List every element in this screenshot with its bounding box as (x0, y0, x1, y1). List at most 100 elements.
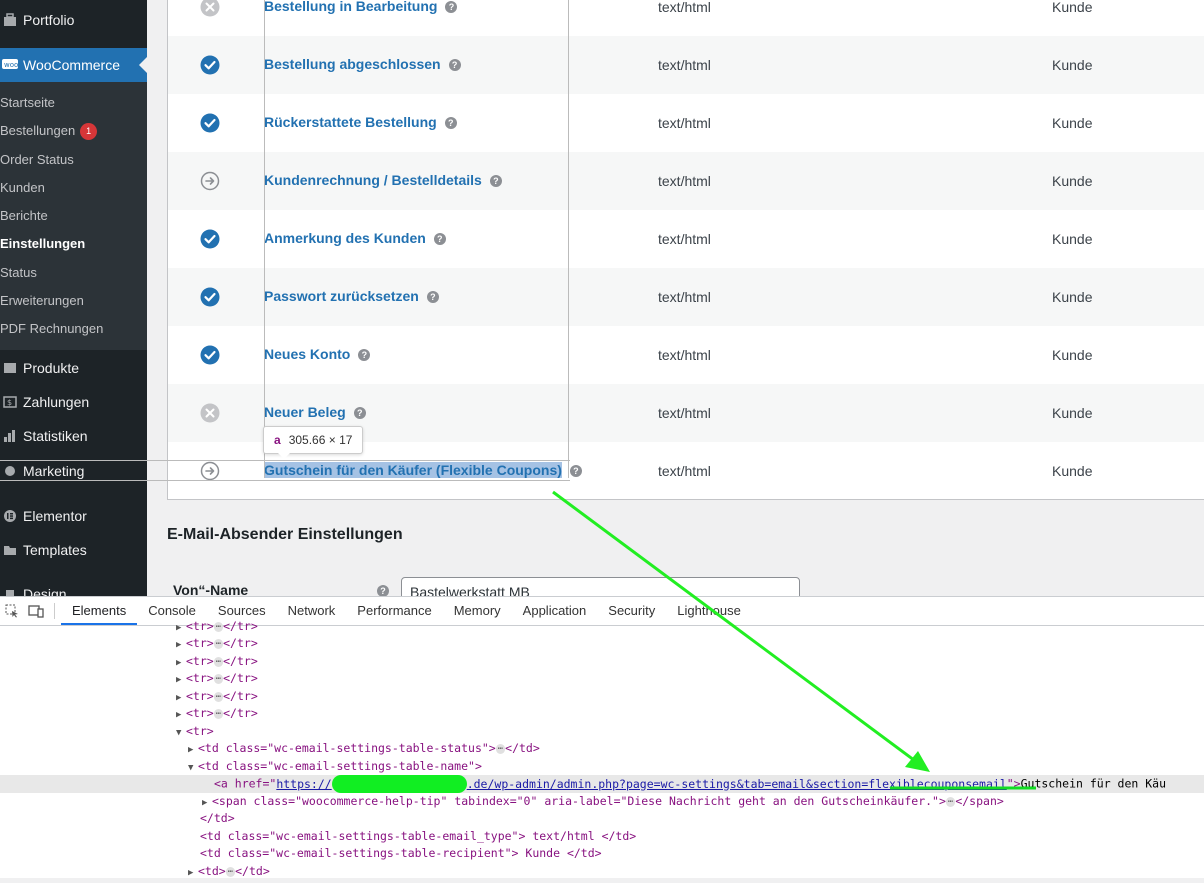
tab-application[interactable]: Application (512, 597, 598, 625)
ellipsis-icon[interactable]: ⋯ (213, 622, 224, 632)
dom-node-tr[interactable]: ▶ <tr> ⋯ </tr> (176, 635, 258, 653)
submenu-kunden[interactable]: Kunden (0, 174, 147, 202)
expand-triangle-icon[interactable]: ▶ (188, 742, 198, 760)
ellipsis-icon[interactable]: ⋯ (213, 657, 224, 667)
dom-node-tr[interactable]: ▶ <tr> ⋯ </tr> (176, 705, 258, 723)
ellipsis-icon[interactable]: ⋯ (213, 674, 224, 684)
help-icon[interactable]: ? (445, 1, 458, 13)
menu-portfolio[interactable]: Portfolio (0, 3, 147, 37)
enabled-check-icon[interactable] (200, 345, 220, 365)
dom-node-tr[interactable]: ▶ <tr> ⋯ </tr> (176, 670, 258, 688)
ellipsis-icon[interactable]: ⋯ (213, 709, 224, 719)
email-name-link[interactable]: Neuer Beleg (264, 404, 346, 420)
email-recipient-cell: Kunde (1052, 405, 1093, 421)
submenu-erweiterungen[interactable]: Erweiterungen (0, 287, 147, 315)
manual-arrow-icon[interactable] (200, 171, 220, 191)
email-name-link[interactable]: Neues Konto (264, 346, 350, 362)
tab-security[interactable]: Security (597, 597, 666, 625)
dom-node-td-recipient[interactable]: <td class="wc-email-settings-table-recip… (200, 845, 602, 863)
menu-produkte[interactable]: Produkte (0, 351, 147, 385)
dom-node-td-close[interactable]: </td> (200, 810, 235, 828)
menu-elementor[interactable]: Elementor (0, 499, 147, 533)
email-type-cell: text/html (658, 231, 711, 247)
email-row: Rückerstattete Bestellung? text/html Kunde (168, 94, 1204, 152)
submenu-bestellungen[interactable]: Bestellungen 1 (0, 117, 147, 145)
email-name-link[interactable]: Rückerstattete Bestellung (264, 114, 437, 130)
href-url[interactable]: https://.de/wp-admin/admin.php?page=wc-s… (276, 775, 1007, 793)
email-name-cell: Bestellung abgeschlossen? (264, 56, 461, 72)
dom-node-td-name[interactable]: ▼ <td class="wc-email-settings-table-name… (188, 758, 482, 776)
dom-node-td[interactable]: ▶ <td> ⋯ </td> (188, 863, 270, 881)
dom-node-tr-expanded[interactable]: ▼ <tr> (176, 723, 214, 741)
submenu-berichte[interactable]: Berichte (0, 202, 147, 230)
email-name-link[interactable]: Bestellung abgeschlossen (264, 56, 441, 72)
help-icon[interactable]: ? (426, 291, 439, 303)
menu-marketing[interactable]: Marketing (0, 454, 147, 488)
woocommerce-submenu: Startseite Bestellungen 1 Order Status Ku… (0, 82, 147, 350)
submenu-label: Bestellungen (0, 123, 76, 139)
ellipsis-icon[interactable]: ⋯ (213, 639, 224, 649)
inspect-element-icon[interactable] (0, 604, 24, 618)
menu-zahlungen[interactable]: $ Zahlungen (0, 385, 147, 419)
ellipsis-icon[interactable]: ⋯ (495, 744, 506, 754)
email-name-cell: Gutschein für den Käufer (Flexible Coupo… (264, 462, 582, 478)
dom-node-a-selected[interactable]: <a href="https://.de/wp-admin/admin.php?… (0, 775, 1204, 793)
collapse-triangle-icon[interactable]: ▼ (176, 725, 186, 743)
dom-node-tr[interactable]: ▶ <tr> ⋯ </tr> (176, 653, 258, 671)
menu-statistiken[interactable]: Statistiken (0, 419, 147, 453)
folder-icon (2, 542, 18, 558)
submenu-status[interactable]: Status (0, 259, 147, 287)
help-icon[interactable]: ? (353, 407, 366, 419)
ellipsis-icon[interactable]: ⋯ (945, 797, 956, 807)
tab-lighthouse[interactable]: Lighthouse (666, 597, 752, 625)
disabled-x-icon[interactable] (200, 0, 220, 17)
enabled-check-icon[interactable] (200, 55, 220, 75)
dom-tag: </tr> (223, 706, 258, 720)
dom-node-td-status[interactable]: ▶ <td class="wc-email-settings-table-stat… (188, 740, 540, 758)
manual-arrow-icon[interactable] (200, 461, 220, 481)
help-icon[interactable]: ? (358, 349, 371, 361)
submenu-pdf-rechnungen[interactable]: PDF Rechnungen (0, 315, 147, 343)
email-name-link[interactable]: Anmerkung des Kunden (264, 230, 426, 246)
menu-templates[interactable]: Templates (0, 533, 147, 567)
enabled-check-icon[interactable] (200, 229, 220, 249)
email-name-link[interactable]: Bestellung in Bearbeitung (264, 0, 437, 14)
submenu-einstellungen[interactable]: Einstellungen (0, 230, 147, 258)
dom-node-span-help[interactable]: ▶ <span class="woocommerce-help-tip" tabi… (202, 793, 1004, 811)
tab-memory[interactable]: Memory (443, 597, 512, 625)
submenu-startseite[interactable]: Startseite (0, 89, 147, 117)
dom-node-tr[interactable]: ▶ <tr> ⋯ </tr> (176, 688, 258, 706)
email-name-link[interactable]: Gutschein für den Käufer (Flexible Coupo… (264, 462, 562, 478)
ellipsis-icon[interactable]: ⋯ (213, 692, 224, 702)
enabled-check-icon[interactable] (200, 287, 220, 307)
disabled-x-icon[interactable] (200, 403, 220, 423)
megaphone-icon (2, 463, 18, 479)
menu-label: Portfolio (23, 12, 75, 28)
help-icon[interactable]: ? (444, 117, 457, 129)
help-icon[interactable]: ? (433, 233, 446, 245)
help-icon[interactable]: ? (569, 465, 582, 477)
email-name-link[interactable]: Kundenrechnung / Bestelldetails (264, 172, 482, 188)
dom-node-tr[interactable]: ▶ <tr> ⋯ </tr> (176, 618, 258, 636)
menu-design[interactable]: Design (0, 577, 147, 596)
dom-node-td-type[interactable]: <td class="wc-email-settings-table-email… (200, 828, 636, 846)
enabled-check-icon[interactable] (200, 113, 220, 133)
expand-triangle-icon[interactable]: ▶ (176, 707, 186, 725)
email-name-cell: Passwort zurücksetzen? (264, 288, 439, 304)
help-icon[interactable]: ? (489, 175, 502, 187)
help-icon[interactable]: ? (448, 59, 461, 71)
submenu-order-status[interactable]: Order Status (0, 146, 147, 174)
expand-triangle-icon[interactable]: ▶ (176, 637, 186, 655)
tab-performance[interactable]: Performance (346, 597, 442, 625)
tab-elements[interactable]: Elements (61, 597, 138, 625)
expand-triangle-icon[interactable]: ▶ (188, 865, 198, 883)
devtools-panel: Elements Console Sources Network Perform… (0, 596, 1204, 878)
dom-tag: <tr> (186, 724, 214, 738)
menu-woocommerce[interactable]: woo WooCommerce (0, 48, 147, 82)
email-type-cell: text/html (658, 173, 711, 189)
expand-triangle-icon[interactable]: ▶ (176, 672, 186, 690)
tab-network[interactable]: Network (277, 597, 347, 625)
ellipsis-icon[interactable]: ⋯ (225, 867, 236, 877)
device-toolbar-icon[interactable] (24, 604, 48, 618)
email-name-link[interactable]: Passwort zurücksetzen (264, 288, 419, 304)
